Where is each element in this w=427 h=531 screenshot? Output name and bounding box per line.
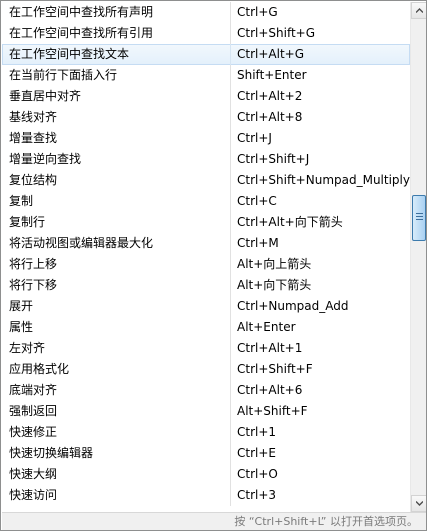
- shortcut-row[interactable]: 在工作空间中查找所有引用 Ctrl+Shift+G: [2, 23, 410, 44]
- shortcut-command: 在当前行下面插入行: [2, 65, 231, 86]
- shortcut-row[interactable]: 基线对齐 Ctrl+Alt+8: [2, 107, 410, 128]
- shortcut-command: 应用格式化: [2, 359, 231, 380]
- shortcut-command: 复制行: [2, 212, 231, 233]
- shortcut-row[interactable]: 增量查找 Ctrl+J: [2, 128, 410, 149]
- shortcut-row[interactable]: 垂直居中对齐 Ctrl+Alt+2: [2, 86, 410, 107]
- shortcut-command: 将行上移: [2, 254, 231, 275]
- shortcut-key: Ctrl+Alt+1: [237, 341, 303, 355]
- shortcut-command: 复制: [2, 191, 231, 212]
- shortcut-key: Ctrl+Numpad_Add: [237, 299, 349, 313]
- shortcut-row[interactable]: 增量逆向查找 Ctrl+Shift+J: [2, 149, 410, 170]
- shortcut-command: 快速切换编辑器: [2, 443, 231, 464]
- shortcut-command: 底端对齐: [2, 380, 231, 401]
- shortcut-row[interactable]: 应用格式化 Ctrl+Shift+F: [2, 359, 410, 380]
- shortcut-row[interactable]: 底端对齐 Ctrl+Alt+6: [2, 380, 410, 401]
- shortcut-key: Alt+向下箭头: [237, 278, 312, 292]
- shortcut-command: 增量查找: [2, 128, 231, 149]
- scroll-down-button[interactable]: [411, 495, 426, 512]
- shortcut-row[interactable]: 将行上移 Alt+向上箭头: [2, 254, 410, 275]
- shortcut-key: Ctrl+Alt+2: [237, 89, 303, 103]
- shortcut-command: 强制返回: [2, 401, 231, 422]
- shortcut-command: 垂直居中对齐: [2, 86, 231, 107]
- shortcut-row[interactable]: 展开 Ctrl+Numpad_Add: [2, 296, 410, 317]
- shortcut-list: 在工作空间中查找所有声明 Ctrl+G 在工作空间中查找所有引用 Ctrl+Shift…: [2, 2, 410, 512]
- shortcut-command: 将活动视图或编辑器最大化: [2, 233, 231, 254]
- grip-lines-icon: [416, 213, 423, 222]
- shortcut-command: 复位结构: [2, 170, 231, 191]
- shortcut-key: Ctrl+1: [237, 425, 277, 439]
- shortcut-key: Ctrl+J: [237, 131, 272, 145]
- shortcut-row[interactable]: 强制返回 Alt+Shift+F: [2, 401, 410, 422]
- shortcut-command: 增量逆向查找: [2, 149, 231, 170]
- shortcut-key: Ctrl+Alt+G: [237, 47, 305, 61]
- shortcut-command: 基线对齐: [2, 107, 231, 128]
- shortcut-key: Ctrl+C: [237, 194, 277, 208]
- shortcut-command: 在工作空间中查找所有引用: [2, 23, 231, 44]
- shortcut-key: Alt+Shift+F: [237, 404, 308, 418]
- shortcut-key: Ctrl+E: [237, 446, 276, 460]
- scroll-up-button[interactable]: [411, 2, 426, 19]
- shortcut-key: Ctrl+M: [237, 236, 279, 250]
- shortcut-key: Ctrl+Alt+6: [237, 383, 303, 397]
- key-assist-popup: 在工作空间中查找所有声明 Ctrl+G 在工作空间中查找所有引用 Ctrl+Shift…: [0, 0, 427, 531]
- shortcut-command: 将行下移: [2, 275, 231, 296]
- shortcut-key: Ctrl+Shift+G: [237, 26, 316, 40]
- shortcut-row[interactable]: 左对齐 Ctrl+Alt+1: [2, 338, 410, 359]
- shortcut-command: 展开: [2, 296, 231, 317]
- shortcut-row[interactable]: 复制 Ctrl+C: [2, 191, 410, 212]
- shortcut-row[interactable]: 在当前行下面插入行 Shift+Enter: [2, 65, 410, 86]
- shortcut-key: Ctrl+Alt+向下箭头: [237, 215, 343, 229]
- shortcut-key: Ctrl+3: [237, 488, 277, 502]
- shortcut-key: Ctrl+Shift+J: [237, 152, 310, 166]
- shortcut-row[interactable]: 属性 Alt+Enter: [2, 317, 410, 338]
- status-bar: 按 “Ctrl+Shift+L” 以打开首选项页。: [2, 512, 426, 530]
- shortcut-key: Ctrl+Shift+Numpad_Multiply: [237, 173, 410, 187]
- shortcut-row[interactable]: 快速访问 Ctrl+3: [2, 485, 410, 506]
- chevron-down-icon: [416, 501, 423, 506]
- shortcut-key: Alt+向上箭头: [237, 257, 312, 271]
- shortcut-row[interactable]: 将活动视图或编辑器最大化 Ctrl+M: [2, 233, 410, 254]
- shortcut-command: 在工作空间中查找所有声明: [2, 2, 231, 23]
- shortcut-row[interactable]: 复制行 Ctrl+Alt+向下箭头: [2, 212, 410, 233]
- shortcut-key: Ctrl+Alt+8: [237, 110, 303, 124]
- shortcut-command: 快速大纲: [2, 464, 231, 485]
- shortcut-key: Alt+Enter: [237, 320, 296, 334]
- shortcut-key: Ctrl+G: [237, 5, 278, 19]
- shortcut-row[interactable]: 快速大纲 Ctrl+O: [2, 464, 410, 485]
- shortcut-key: Shift+Enter: [237, 68, 307, 82]
- shortcut-row[interactable]: 快速修正 Ctrl+1: [2, 422, 410, 443]
- vertical-scrollbar[interactable]: [410, 2, 426, 512]
- shortcut-row[interactable]: 在工作空间中查找文本 Ctrl+Alt+G: [2, 44, 410, 65]
- chevron-up-icon: [416, 8, 423, 13]
- shortcut-row[interactable]: 复位结构 Ctrl+Shift+Numpad_Multiply: [2, 170, 410, 191]
- shortcut-command: 快速访问: [2, 485, 231, 506]
- shortcut-row[interactable]: 快速切换编辑器 Ctrl+E: [2, 443, 410, 464]
- shortcut-key: Ctrl+O: [237, 467, 278, 481]
- shortcut-key: Ctrl+Shift+F: [237, 362, 313, 376]
- shortcut-command: 左对齐: [2, 338, 231, 359]
- scroll-thumb[interactable]: [412, 195, 426, 241]
- shortcut-row[interactable]: 将行下移 Alt+向下箭头: [2, 275, 410, 296]
- shortcut-row[interactable]: 在工作空间中查找所有声明 Ctrl+G: [2, 2, 410, 23]
- shortcut-command: 在工作空间中查找文本: [2, 44, 231, 65]
- shortcut-command: 属性: [2, 317, 231, 338]
- shortcut-command: 快速修正: [2, 422, 231, 443]
